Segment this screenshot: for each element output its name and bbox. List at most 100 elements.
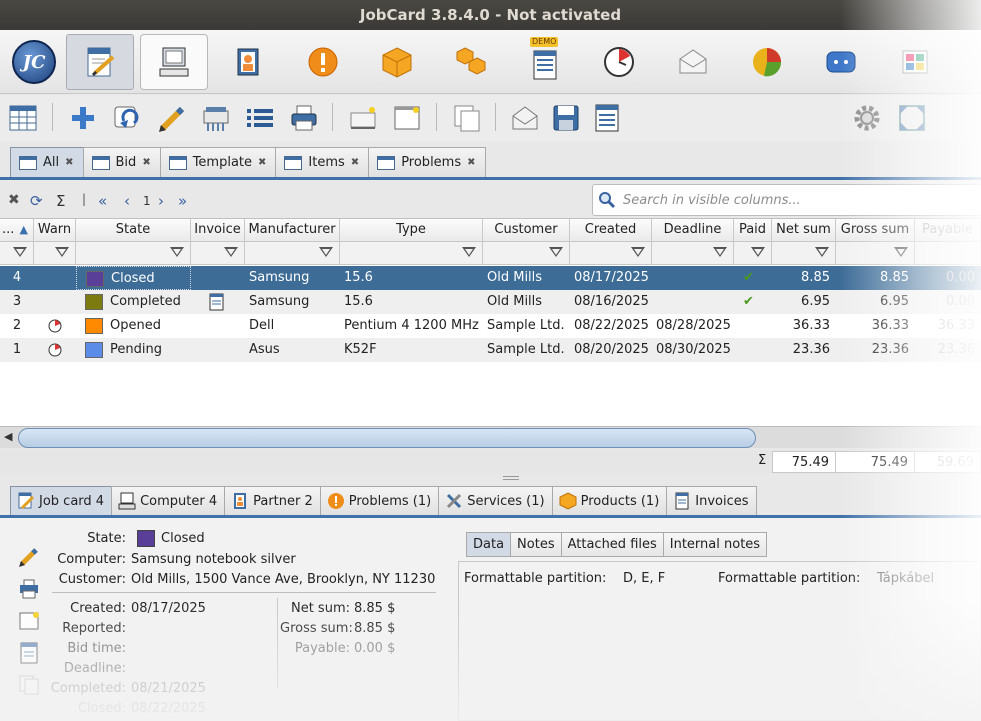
filter-net-sum[interactable] [772,242,836,265]
mail-button[interactable] [508,101,542,135]
computer-value[interactable]: Samsung notebook silver [131,552,296,567]
filter-manufacturer[interactable] [245,242,340,265]
panel-splitter[interactable] [503,476,519,480]
tab-all[interactable]: All ✖ [10,147,84,177]
module-statistics-button[interactable] [733,34,801,90]
tab-attached-files[interactable]: Attached files [560,532,664,557]
save-button[interactable] [549,101,583,135]
tab-products[interactable]: Products (1) [551,486,668,515]
search-input[interactable]: Search in visible columns... [592,184,981,216]
module-problems-button[interactable] [289,34,357,90]
cell-payable: 0.00 [946,270,975,285]
table-row[interactable]: 3 Completed Samsung 15.6 Old Mills 08/16/2025… [0,290,981,314]
col-header-created[interactable]: Created [570,219,652,242]
col-header-deadline[interactable]: Deadline [652,219,734,242]
tab-bid[interactable]: Bid ✖ [82,147,161,177]
filter-warn[interactable] [34,242,76,265]
table-row[interactable]: 4 Closed Samsung 15.6 Old Mills 08/17/2025 ✔ 8.… [0,266,981,290]
close-icon[interactable]: ✖ [142,157,150,168]
col-header-state[interactable]: State [76,219,191,242]
module-chat-button[interactable] [807,34,875,90]
customer-value[interactable]: Old Mills, 1500 Vance Ave, Brooklyn, NY … [131,572,435,587]
last-page-icon[interactable]: » [178,192,187,210]
filter-type[interactable] [340,242,483,265]
sum-toggle-icon[interactable]: Σ [56,192,65,210]
filter-deadline[interactable] [652,242,734,265]
filter-invoice[interactable] [191,242,245,265]
settings-button[interactable] [850,101,884,135]
col-header-manufacturer[interactable]: Manufacturer [245,219,340,242]
tab-items[interactable]: Items ✖ [275,147,370,177]
table-view-button[interactable] [6,101,40,135]
print-button[interactable] [287,101,321,135]
filter-state[interactable] [76,242,191,265]
col-header-number[interactable]: ... ▲ [0,219,34,242]
module-partners-button[interactable] [214,34,282,90]
tab-invoices[interactable]: Invoices [666,486,757,515]
col-header-warn[interactable]: Warn [34,219,76,242]
table-row[interactable]: 2 Opened Dell Pentium 4 1200 MHz Sample Ltd.… [0,314,981,338]
tab-notes[interactable]: Notes [510,532,562,557]
table-row[interactable]: 1 Pending Asus K52F Sample Ltd. 08/20/2025 08/… [0,338,981,362]
col-header-payable[interactable]: Payable [915,219,981,242]
tab-template[interactable]: Template ✖ [159,147,277,177]
refresh-icon[interactable]: ⟳ [30,192,43,210]
report-button[interactable] [590,101,624,135]
tab-data[interactable]: Data [466,532,512,557]
module-products-button[interactable] [363,34,431,90]
tab-problems[interactable]: Problems ✖ [368,147,486,177]
first-page-icon[interactable]: « [98,192,107,210]
filter-gross-sum[interactable] [836,242,915,265]
prev-page-icon[interactable]: ‹ [124,192,130,210]
next-page-icon[interactable]: › [158,192,164,210]
add-button[interactable] [66,101,100,135]
col-header-type[interactable]: Type [340,219,483,242]
delete-button[interactable] [199,101,233,135]
new-blank-button[interactable] [390,101,424,135]
module-mail-button[interactable] [659,34,727,90]
cell-customer: Old Mills [487,270,543,285]
fullscreen-button[interactable] [895,101,929,135]
close-icon[interactable]: ✖ [258,157,266,168]
module-stock-button[interactable] [437,34,505,90]
module-computers-button[interactable] [140,34,208,90]
col-header-gross-sum[interactable]: Gross sum [836,219,915,242]
filter-paid[interactable] [734,242,772,265]
close-icon[interactable]: ✖ [467,157,475,168]
table-icon [377,155,396,170]
list-button[interactable] [243,101,277,135]
clear-filter-icon[interactable]: ✖ [8,192,20,208]
col-header-net-sum[interactable]: Net sum [772,219,836,242]
cell-net: 8.85 [801,270,830,285]
filter-icon [170,247,184,257]
filter-payable[interactable] [915,242,981,265]
tab-services[interactable]: Services (1) [438,486,553,515]
edit-button[interactable] [154,101,188,135]
tab-partner[interactable]: Partner 2 [224,486,321,515]
col-header-paid[interactable]: Paid [734,219,772,242]
filter-customer[interactable] [483,242,570,265]
col-header-invoice[interactable]: Invoice [191,219,245,242]
tab-internal-notes[interactable]: Internal notes [662,532,768,557]
module-schedule-button[interactable] [585,34,653,90]
duplicate-button[interactable] [450,101,484,135]
close-icon[interactable]: ✖ [351,157,359,168]
tab-problems[interactable]: Problems (1) [319,486,440,515]
tab-computer[interactable]: Computer 4 [111,486,226,515]
tab-job-card[interactable]: Job card 4 [10,486,113,515]
col-header-customer[interactable]: Customer [483,219,570,242]
copy-button[interactable] [110,101,144,135]
horizontal-scrollbar[interactable]: ◀ [0,426,981,448]
close-icon[interactable]: ✖ [65,157,73,168]
filter-created[interactable] [570,242,652,265]
jobcard-logo-button[interactable]: JC [0,34,68,90]
tab-label: Bid [115,155,137,170]
module-jobcards-button[interactable] [66,34,134,90]
scroll-left-icon[interactable]: ◀ [4,430,12,443]
cell-net: 6.95 [801,294,830,309]
module-documents-button[interactable]: DEMO [511,34,579,90]
module-settings-button[interactable] [881,34,949,90]
scrollbar-thumb[interactable] [18,428,756,448]
filter-number[interactable] [0,242,34,265]
new-card-button[interactable] [346,101,380,135]
